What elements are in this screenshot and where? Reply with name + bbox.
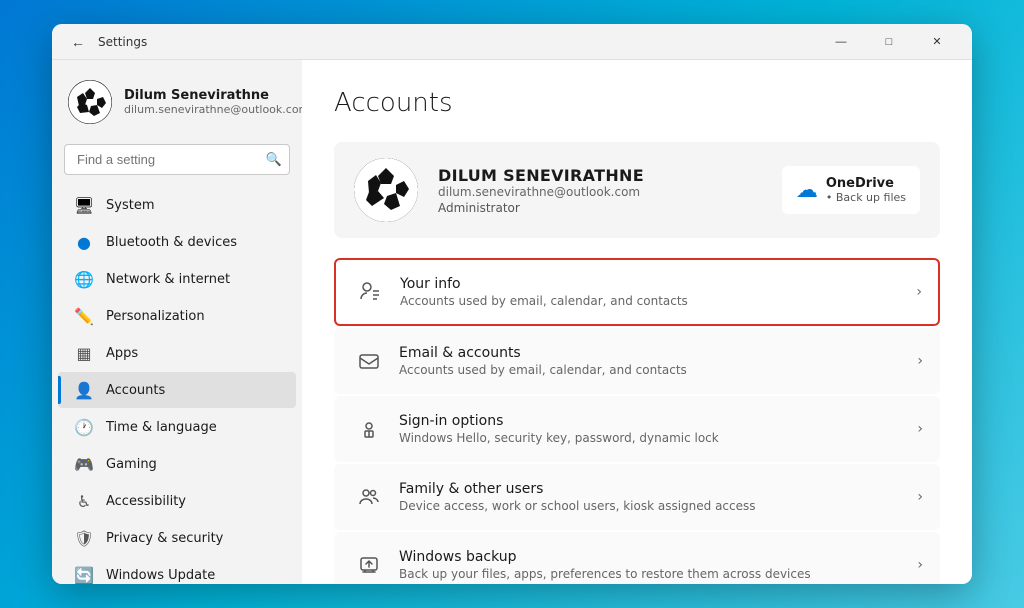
accounts-icon: 👤 — [74, 380, 94, 400]
backup-icon — [351, 547, 387, 583]
sidebar-item-label: Bluetooth & devices — [106, 235, 237, 250]
family-desc: Device access, work or school users, kio… — [399, 499, 917, 513]
account-role: Administrator — [438, 201, 762, 215]
sidebar-user-name: Dilum Senevirathne — [124, 88, 302, 103]
sidebar-item-accounts[interactable]: 👤 Accounts — [58, 372, 296, 408]
sidebar-item-label: Windows Update — [106, 568, 215, 583]
email-accounts-title: Email & accounts — [399, 345, 917, 361]
sidebar-item-network[interactable]: 🌐 Network & internet — [58, 261, 296, 297]
sidebar-item-label: System — [106, 198, 154, 213]
accessibility-icon: ♿ — [74, 491, 94, 511]
gaming-icon: 🎮 — [74, 454, 94, 474]
settings-item-family[interactable]: Family & other users Device access, work… — [334, 464, 940, 530]
onedrive-sub: • Back up files — [826, 191, 906, 204]
avatar — [68, 80, 112, 124]
sidebar-item-gaming[interactable]: 🎮 Gaming — [58, 446, 296, 482]
sidebar-item-update[interactable]: 🔄 Windows Update — [58, 557, 296, 584]
family-title: Family & other users — [399, 481, 917, 497]
signin-icon — [351, 411, 387, 447]
update-icon: 🔄 — [74, 565, 94, 584]
nav-list: 🖥 System ● Bluetooth & devices 🌐 Network… — [52, 187, 302, 584]
sidebar-user-email: dilum.senevirathne@outlook.com — [124, 103, 302, 116]
sidebar-item-system[interactable]: 🖥 System — [58, 187, 296, 223]
sidebar-item-label: Accounts — [106, 383, 165, 398]
family-content: Family & other users Device access, work… — [399, 481, 917, 513]
sidebar-item-label: Personalization — [106, 309, 205, 324]
sidebar-item-time[interactable]: 🕐 Time & language — [58, 409, 296, 445]
sidebar-user-profile: Dilum Senevirathne dilum.senevirathne@ou… — [52, 68, 302, 136]
search-icon[interactable]: 🔍 — [266, 152, 282, 167]
window-title: Settings — [98, 35, 818, 49]
onedrive-info: OneDrive • Back up files — [826, 176, 906, 204]
account-avatar — [354, 158, 418, 222]
sidebar: Dilum Senevirathne dilum.senevirathne@ou… — [52, 60, 302, 584]
backup-title: Windows backup — [399, 549, 917, 565]
signin-title: Sign-in options — [399, 413, 917, 429]
email-accounts-icon — [351, 343, 387, 379]
sidebar-item-label: Apps — [106, 346, 138, 361]
backup-content: Windows backup Back up your files, apps,… — [399, 549, 917, 581]
bluetooth-icon: ● — [74, 232, 94, 252]
settings-item-backup[interactable]: Windows backup Back up your files, apps,… — [334, 532, 940, 584]
window-controls: — □ ✕ — [818, 24, 960, 60]
account-display-name: DILUM SENEVIRATHNE — [438, 166, 762, 185]
minimize-button[interactable]: — — [818, 24, 864, 60]
search-input[interactable] — [64, 144, 290, 175]
chevron-right-icon: › — [916, 284, 922, 300]
settings-window: ← Settings — □ ✕ — [52, 24, 972, 584]
chevron-right-icon: › — [917, 489, 923, 505]
close-button[interactable]: ✕ — [914, 24, 960, 60]
time-icon: 🕐 — [74, 417, 94, 437]
sidebar-item-apps[interactable]: ▦ Apps — [58, 335, 296, 371]
search-box: 🔍 — [64, 144, 290, 175]
sidebar-item-label: Network & internet — [106, 272, 230, 287]
account-header-card: DILUM SENEVIRATHNE dilum.senevirathne@ou… — [334, 142, 940, 238]
back-button[interactable]: ← — [64, 28, 92, 56]
onedrive-badge[interactable]: ☁ OneDrive • Back up files — [782, 166, 920, 214]
settings-list: Your info Accounts used by email, calend… — [334, 258, 940, 584]
sidebar-item-label: Gaming — [106, 457, 157, 472]
settings-item-email-accounts[interactable]: Email & accounts Accounts used by email,… — [334, 328, 940, 394]
settings-item-your-info[interactable]: Your info Accounts used by email, calend… — [334, 258, 940, 326]
your-info-title: Your info — [400, 276, 916, 292]
sidebar-item-accessibility[interactable]: ♿ Accessibility — [58, 483, 296, 519]
sidebar-item-bluetooth[interactable]: ● Bluetooth & devices — [58, 224, 296, 260]
apps-icon: ▦ — [74, 343, 94, 363]
chevron-right-icon: › — [917, 353, 923, 369]
personalization-icon: ✏️ — [74, 306, 94, 326]
backup-desc: Back up your files, apps, preferences to… — [399, 567, 917, 581]
sidebar-item-privacy[interactable]: 🛡 Privacy & security — [58, 520, 296, 556]
your-info-desc: Accounts used by email, calendar, and co… — [400, 294, 916, 308]
sidebar-item-label: Privacy & security — [106, 531, 223, 546]
account-email: dilum.senevirathne@outlook.com — [438, 185, 762, 199]
title-bar: ← Settings — □ ✕ — [52, 24, 972, 60]
network-icon: 🌐 — [74, 269, 94, 289]
your-info-icon — [352, 274, 388, 310]
onedrive-icon: ☁ — [796, 178, 818, 203]
sidebar-user-info: Dilum Senevirathne dilum.senevirathne@ou… — [124, 88, 302, 116]
privacy-icon: 🛡 — [74, 528, 94, 548]
system-icon: 🖥 — [74, 195, 94, 215]
email-accounts-desc: Accounts used by email, calendar, and co… — [399, 363, 917, 377]
sidebar-item-personalization[interactable]: ✏️ Personalization — [58, 298, 296, 334]
settings-item-signin[interactable]: Sign-in options Windows Hello, security … — [334, 396, 940, 462]
maximize-button[interactable]: □ — [866, 24, 912, 60]
chevron-right-icon: › — [917, 557, 923, 573]
page-title: Accounts — [334, 88, 940, 118]
your-info-content: Your info Accounts used by email, calend… — [400, 276, 916, 308]
family-icon — [351, 479, 387, 515]
onedrive-label: OneDrive — [826, 176, 906, 191]
signin-desc: Windows Hello, security key, password, d… — [399, 431, 917, 445]
signin-content: Sign-in options Windows Hello, security … — [399, 413, 917, 445]
account-info: DILUM SENEVIRATHNE dilum.senevirathne@ou… — [438, 166, 762, 215]
sidebar-item-label: Time & language — [106, 420, 217, 435]
main-content: Accounts DILUM SENEVIRATHNE dilum.sene — [302, 60, 972, 584]
content-area: Dilum Senevirathne dilum.senevirathne@ou… — [52, 60, 972, 584]
email-accounts-content: Email & accounts Accounts used by email,… — [399, 345, 917, 377]
chevron-right-icon: › — [917, 421, 923, 437]
sidebar-item-label: Accessibility — [106, 494, 186, 509]
